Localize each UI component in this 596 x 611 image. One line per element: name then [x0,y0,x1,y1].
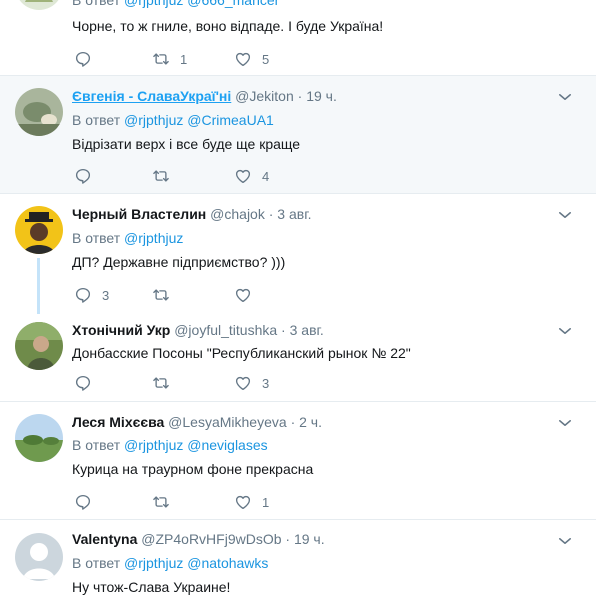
reply-count: 3 [102,287,110,303]
separator-dot: · [268,206,274,222]
tweet-header: Леся Міхєєва @LesyaMikheyeva · 2 ч. [72,412,322,432]
like-count: 5 [262,51,270,67]
reply-icon [74,374,92,392]
separator-dot: · [285,531,291,547]
author-name[interactable]: Valentyna [72,531,137,547]
heart-icon [234,286,252,304]
reply-icon [74,286,92,304]
separator-dot: · [297,88,303,104]
heart-icon [234,374,252,392]
retweet-icon [152,493,170,511]
author-name[interactable]: Євгенія - СлаваУкраї'ні [72,88,231,104]
tweet-item[interactable]: Євгенія - СлаваУкраї'ні @Jekiton · 19 ч.… [0,76,596,194]
heart-icon [234,167,252,185]
tweet-text: Чорне, то ж гниле, воно відпаде. І буде … [72,18,384,34]
tweet-text: Донбасские Посоны "Республиканский рынок… [72,345,411,361]
like-button[interactable]: 3 [234,373,269,393]
like-count: 4 [262,168,270,184]
tweet-timestamp[interactable]: 19 ч. [294,531,325,547]
author-handle[interactable]: @chajok [210,206,265,222]
tweet-text: Ну чтож-Слава Украине! [72,579,231,595]
like-count: 1 [262,494,270,510]
author-name[interactable]: Черный Властелин [72,206,206,222]
tweet-text: Курица на траурном фоне прекрасна [72,461,314,477]
author-handle[interactable]: @Jekiton [235,88,294,104]
mention-links[interactable]: @rjpthjuz @natohawks [124,555,268,571]
reply-prefix: В ответ [72,112,121,128]
like-count: 3 [262,375,270,391]
chevron-down-icon[interactable] [556,206,574,224]
reply-context: В ответ @rjpthjuz [72,228,183,248]
mention-links[interactable]: @rjpthjuz @666_mancer [124,0,279,8]
reply-prefix: В ответ [72,0,121,8]
reply-prefix: В ответ [72,437,121,453]
author-name[interactable]: Леся Міхєєва [72,414,164,430]
reply-context: В ответ @rjpthjuz @neviglases [72,435,268,455]
author-handle[interactable]: @joyful_titushka [174,322,277,338]
mention-links[interactable]: @rjpthjuz @CrimeaUA1 [124,112,274,128]
retweet-button[interactable] [152,166,180,186]
mention-links[interactable]: @rjpthjuz @neviglases [124,437,268,453]
avatar[interactable] [15,533,63,581]
reply-prefix: В ответ [72,555,121,571]
retweet-icon [152,167,170,185]
retweet-icon [152,286,170,304]
retweet-icon [152,374,170,392]
retweet-count: 1 [180,51,188,67]
reply-button[interactable] [74,492,102,512]
reply-context: В ответ @rjpthjuz @666_mancer [72,0,279,10]
avatar[interactable] [15,206,63,254]
heart-icon [234,50,252,68]
reply-button[interactable] [74,49,102,69]
reply-button[interactable] [74,373,102,393]
author-handle[interactable]: @ZP4oRvHFj9wDsOb [141,531,281,547]
tweet-thread: Черный Властелин @chajok · 3 авг. В отве… [0,194,596,402]
reply-button[interactable]: 3 [74,285,109,305]
tweet-text: ДП? Державне підприємство? ))) [72,254,286,270]
thread-connector [37,258,40,314]
retweet-button[interactable] [152,373,180,393]
reply-prefix: В ответ [72,230,121,246]
reply-icon [74,50,92,68]
avatar[interactable] [15,414,63,462]
chevron-down-icon[interactable] [556,414,574,432]
chevron-down-icon[interactable] [556,322,574,340]
heart-icon [234,493,252,511]
author-name[interactable]: Хтонічний Укр [72,322,170,338]
tweet-timestamp[interactable]: 3 авг. [290,322,324,338]
like-button[interactable] [234,285,262,305]
chevron-down-icon[interactable] [556,532,574,550]
author-handle[interactable]: @LesyaMikheyeva [168,414,287,430]
avatar[interactable] [15,88,63,136]
tweet-timestamp[interactable]: 19 ч. [306,88,337,104]
tweet-header: Хтонічний Укр @joyful_titushka · 3 авг. [72,320,324,340]
tweet-item[interactable]: Леся Міхєєва @LesyaMikheyeva · 2 ч. В от… [0,402,596,520]
separator-dot: · [290,414,296,430]
avatar[interactable] [15,322,63,370]
tweet-header: Valentyna @ZP4oRvHFj9wDsOb · 19 ч. [72,529,325,549]
tweet-item[interactable]: В ответ @rjpthjuz @666_mancer Чорне, то … [0,0,596,76]
retweet-icon [152,50,170,68]
mention-links[interactable]: @rjpthjuz [124,230,183,246]
tweet-item[interactable]: Valentyna @ZP4oRvHFj9wDsOb · 19 ч. В отв… [0,520,596,611]
tweet-text: Відрізати верх і все буде ще краще [72,136,301,152]
separator-dot: · [281,322,286,338]
avatar[interactable] [15,0,63,10]
like-button[interactable]: 5 [234,49,269,69]
reply-icon [74,167,92,185]
tweet-header: Євгенія - СлаваУкраї'ні @Jekiton · 19 ч. [72,86,337,106]
reply-context: В ответ @rjpthjuz @CrimeaUA1 [72,110,274,130]
reply-button[interactable] [74,166,102,186]
reply-icon [74,493,92,511]
tweet-timestamp[interactable]: 3 авг. [277,206,311,222]
like-button[interactable]: 4 [234,166,269,186]
retweet-button[interactable]: 1 [152,49,187,69]
retweet-button[interactable] [152,492,180,512]
retweet-button[interactable] [152,285,180,305]
tweet-header: Черный Властелин @chajok · 3 авг. [72,204,311,224]
chevron-down-icon[interactable] [556,88,574,106]
reply-context: В ответ @rjpthjuz @natohawks [72,553,268,573]
tweet-timestamp[interactable]: 2 ч. [299,414,322,430]
like-button[interactable]: 1 [234,492,269,512]
